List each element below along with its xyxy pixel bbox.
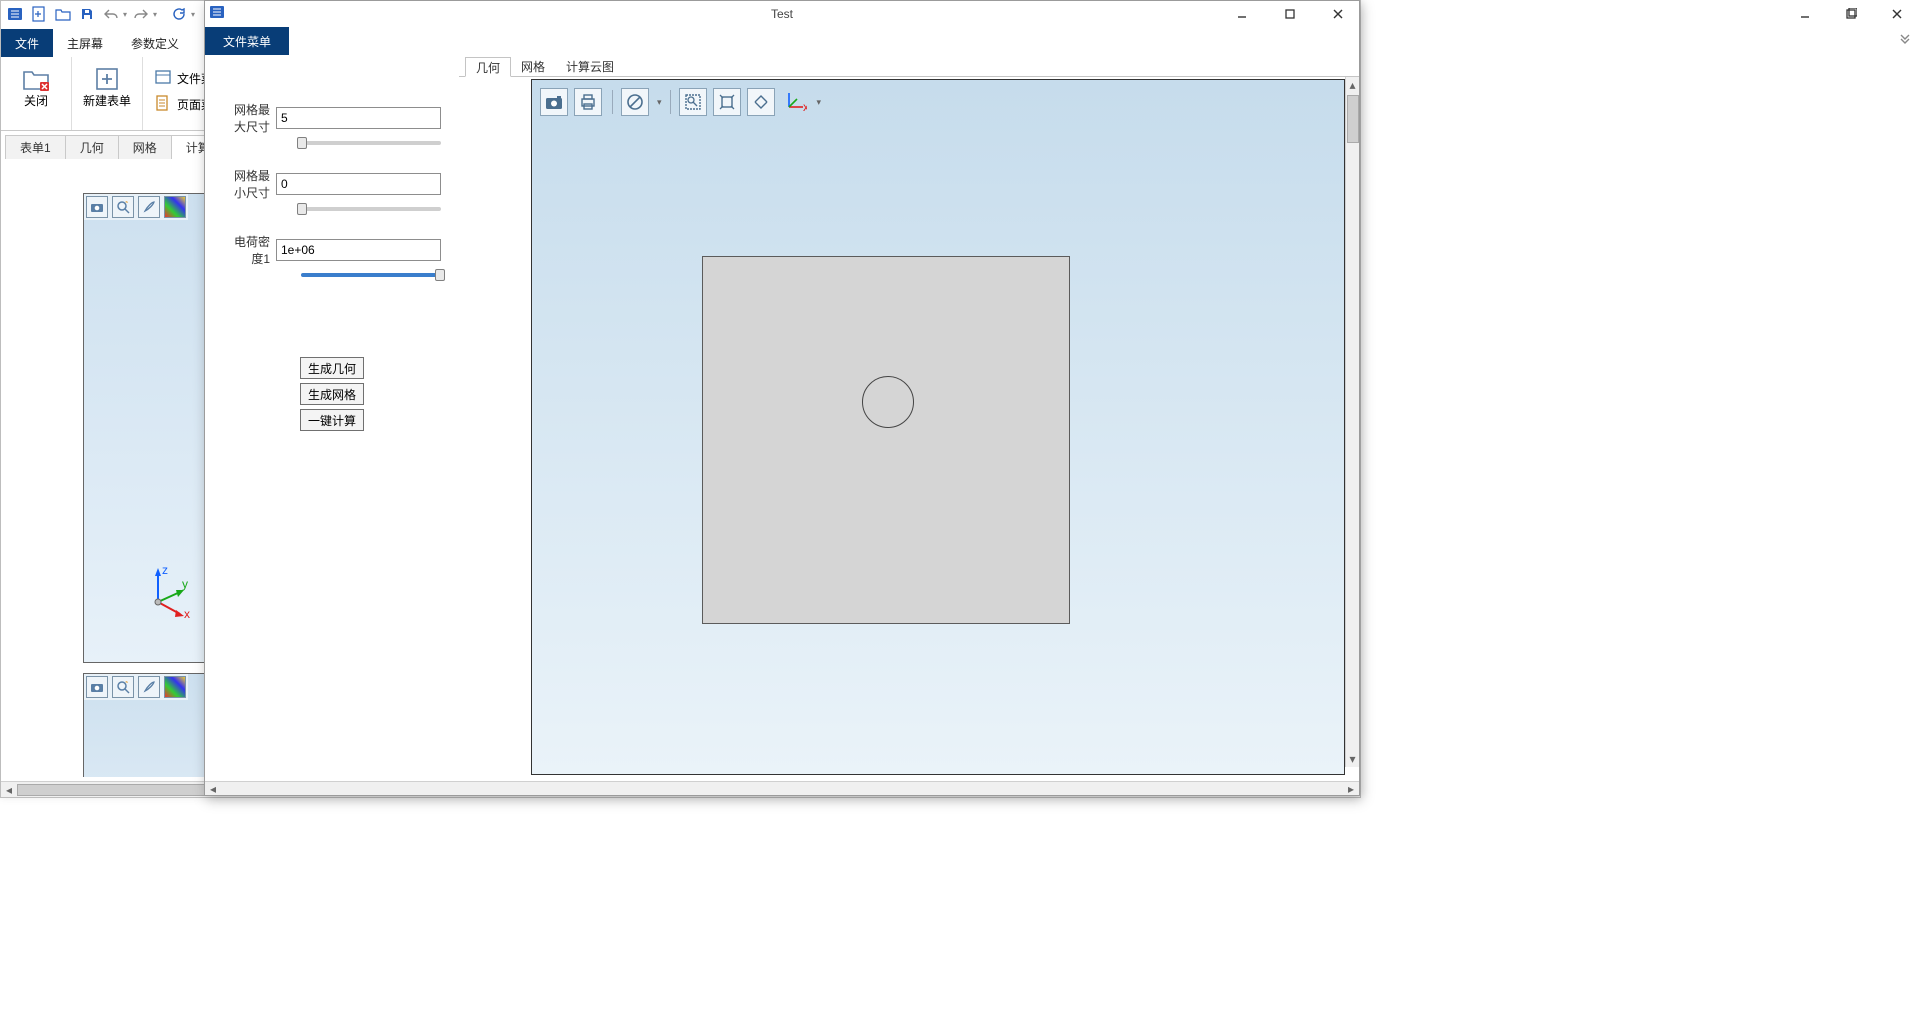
- no-entry-dropdown-icon[interactable]: ▾: [655, 97, 662, 108]
- app-icon: [5, 4, 25, 24]
- ribbon-tabs: 文件 主屏幕 参数定义: [1, 29, 193, 57]
- max-mesh-input[interactable]: [276, 107, 441, 129]
- float-maximize-button[interactable]: [1271, 3, 1309, 25]
- doc-tab-geometry[interactable]: 几何: [65, 135, 119, 159]
- hscroll-thumb[interactable]: [17, 784, 217, 796]
- view-tab-mesh[interactable]: 网格: [511, 57, 556, 76]
- float-close-button[interactable]: [1319, 3, 1357, 25]
- zoom-box-icon[interactable]: [679, 88, 707, 116]
- view-tabs: 几何 网格 计算云图: [459, 57, 1359, 77]
- axis-z-label: z: [162, 563, 168, 577]
- refresh-dropdown-icon[interactable]: ▾: [191, 10, 195, 19]
- preview-1-toolbar: [84, 194, 188, 220]
- float-minimize-button[interactable]: [1223, 3, 1261, 25]
- main-viewport[interactable]: ▾ x ▾: [531, 79, 1345, 775]
- geometry-circle[interactable]: [862, 376, 914, 428]
- content-vscrollbar[interactable]: ▴ ▾: [1345, 77, 1359, 767]
- reset-zoom-icon[interactable]: [747, 88, 775, 116]
- fit-extents-icon[interactable]: [713, 88, 741, 116]
- camera-icon[interactable]: [86, 196, 108, 218]
- app-icon: [209, 4, 229, 24]
- brush-icon[interactable]: [138, 196, 160, 218]
- min-mesh-label: 网格最小尺寸: [223, 167, 270, 201]
- test-window-titlebar[interactable]: Test: [205, 1, 1359, 27]
- viewport-toolbar: ▾ x ▾: [538, 86, 823, 118]
- new-form-button[interactable]: 新建表单: [80, 61, 134, 108]
- undo-dropdown-icon[interactable]: ▾: [123, 10, 127, 19]
- charge-density-slider[interactable]: [301, 273, 441, 277]
- test-window: Test 文件菜单 网格最大尺寸 网格最小尺寸 电荷密度1: [204, 0, 1360, 796]
- ribbon-tab-main-screen[interactable]: 主屏幕: [53, 29, 117, 57]
- palette-icon[interactable]: [164, 676, 186, 698]
- quick-access-toolbar: ▾ ▾ ▾: [1, 1, 195, 27]
- preview-viewport-1[interactable]: z y x: [83, 193, 207, 663]
- doc-tab-mesh[interactable]: 网格: [118, 135, 172, 159]
- float-ribbon-tabs: 文件菜单: [205, 27, 1359, 55]
- print-icon[interactable]: [574, 88, 602, 116]
- camera-icon[interactable]: [86, 676, 108, 698]
- svg-text:x: x: [803, 100, 807, 113]
- charge-density-input[interactable]: [276, 239, 441, 261]
- generate-mesh-button[interactable]: 生成网格: [300, 383, 364, 405]
- min-mesh-slider[interactable]: [301, 207, 441, 211]
- generate-geometry-button[interactable]: 生成几何: [300, 357, 364, 379]
- content-area: 几何 网格 计算云图 ▾ x ▾: [459, 57, 1359, 781]
- ribbon-tab-param-def[interactable]: 参数定义: [117, 29, 193, 57]
- test-window-title: Test: [771, 7, 793, 21]
- refresh-icon[interactable]: [169, 4, 189, 24]
- axis-y-label: y: [182, 577, 188, 591]
- undo-icon[interactable]: [101, 4, 121, 24]
- outer-maximize-button[interactable]: [1828, 0, 1874, 28]
- scroll-right-icon[interactable]: ▸: [1343, 782, 1359, 796]
- zoom-icon[interactable]: [112, 676, 134, 698]
- palette-icon[interactable]: [164, 196, 186, 218]
- one-click-calc-button[interactable]: 一键计算: [300, 409, 364, 431]
- new-file-icon[interactable]: [29, 4, 49, 24]
- scroll-left-icon[interactable]: ◂: [1, 782, 17, 798]
- zoom-icon[interactable]: [112, 196, 134, 218]
- axis-gizmo: z y x: [138, 562, 198, 622]
- geometry-square[interactable]: [702, 256, 1070, 624]
- outer-close-button[interactable]: [1874, 0, 1920, 28]
- charge-density-label: 电荷密度1: [223, 233, 270, 267]
- axis-view-dropdown-icon[interactable]: ▾: [815, 97, 822, 108]
- view-tab-geometry[interactable]: 几何: [465, 57, 511, 77]
- float-tab-file-menu[interactable]: 文件菜单: [205, 27, 289, 55]
- camera-icon[interactable]: [540, 88, 568, 116]
- save-icon[interactable]: [77, 4, 97, 24]
- vscroll-thumb[interactable]: [1347, 95, 1359, 143]
- file-menu-icon: [155, 69, 173, 87]
- max-mesh-slider[interactable]: [301, 141, 441, 145]
- view-tab-calc-cloud[interactable]: 计算云图: [556, 57, 625, 76]
- outer-minimize-button[interactable]: [1782, 0, 1828, 28]
- folder-close-icon: [22, 65, 50, 93]
- parameter-sidebar: 网格最大尺寸 网格最小尺寸 电荷密度1 生成几何 生成网格 一键计算: [205, 57, 459, 781]
- redo-icon[interactable]: [131, 4, 151, 24]
- ribbon-collapse-caret-icon[interactable]: [1898, 34, 1914, 50]
- preview-viewport-2[interactable]: [83, 673, 207, 777]
- preview-2-toolbar: [84, 674, 188, 700]
- scroll-down-icon[interactable]: ▾: [1346, 751, 1360, 767]
- redo-dropdown-icon[interactable]: ▾: [153, 10, 157, 19]
- ribbon-tab-file[interactable]: 文件: [1, 29, 53, 57]
- min-mesh-input[interactable]: [276, 173, 441, 195]
- brush-icon[interactable]: [138, 676, 160, 698]
- close-button[interactable]: 关闭: [9, 61, 63, 108]
- page-menu-icon: [155, 95, 173, 113]
- no-entry-icon[interactable]: [621, 88, 649, 116]
- axis-x-label: x: [184, 607, 190, 621]
- open-file-icon[interactable]: [53, 4, 73, 24]
- float-hscrollbar[interactable]: ◂ ▸: [205, 781, 1359, 795]
- scroll-up-icon[interactable]: ▴: [1346, 77, 1360, 93]
- doc-tab-form1[interactable]: 表单1: [5, 135, 66, 159]
- scroll-left-icon[interactable]: ◂: [205, 782, 221, 796]
- xyz-axis-icon[interactable]: x: [781, 88, 809, 116]
- max-mesh-label: 网格最大尺寸: [223, 101, 270, 135]
- new-form-icon: [93, 65, 121, 93]
